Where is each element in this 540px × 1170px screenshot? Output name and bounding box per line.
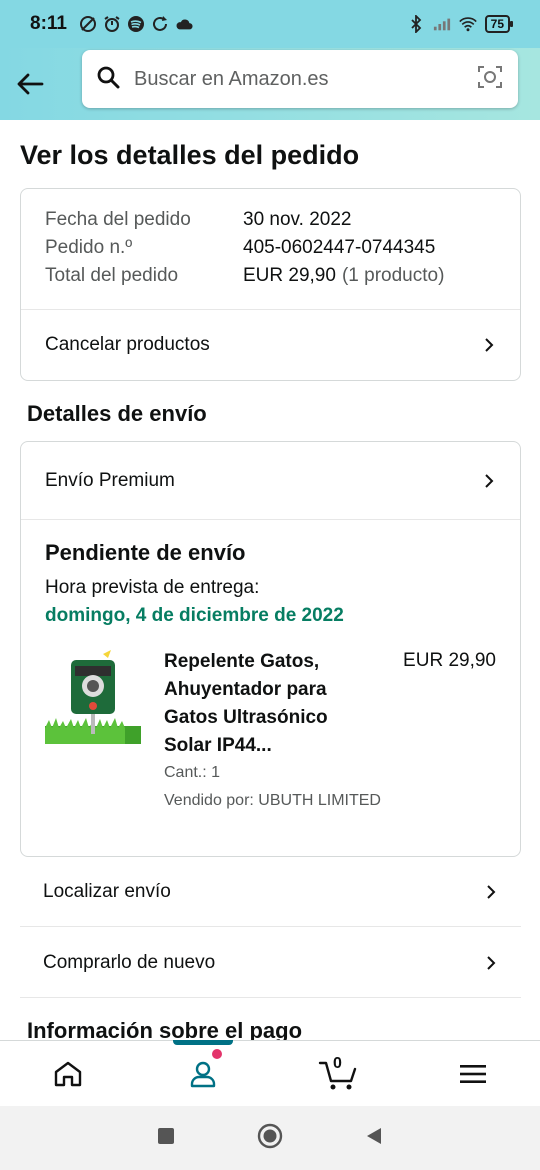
notification-dot bbox=[212, 1049, 222, 1059]
shipping-section-title: Detalles de envío bbox=[27, 401, 207, 426]
triangle-back-icon bbox=[367, 1127, 381, 1144]
order-summary-card: Fecha del pedido 30 nov. 2022 Pedido n.º… bbox=[20, 188, 521, 381]
product-price: EUR 29,90 bbox=[403, 650, 496, 671]
hamburger-menu-icon bbox=[459, 1064, 486, 1083]
app-header: Buscar en Amazon.es bbox=[0, 48, 540, 120]
square-icon bbox=[158, 1127, 174, 1144]
product-image[interactable] bbox=[45, 648, 141, 744]
nav-account[interactable] bbox=[135, 1040, 270, 1106]
user-icon bbox=[190, 1061, 215, 1087]
data-saver-off-icon bbox=[79, 15, 97, 33]
alarm-icon bbox=[103, 15, 121, 33]
circle-icon bbox=[257, 1123, 283, 1148]
chevron-right-icon bbox=[485, 338, 494, 352]
wifi-icon bbox=[458, 15, 477, 33]
cancel-products-label: Cancelar productos bbox=[45, 334, 210, 355]
chevron-right-icon bbox=[485, 473, 494, 488]
sync-icon bbox=[151, 15, 169, 33]
order-number-row: Pedido n.º 405-0602447-0744345 bbox=[45, 237, 435, 259]
product-quantity: Cant.: 1 bbox=[164, 764, 221, 781]
status-bar: 8:11 75 bbox=[0, 0, 540, 48]
delivery-eta-label: Hora prevista de entrega: bbox=[45, 577, 260, 598]
buy-again-label: Comprarlo de nuevo bbox=[43, 951, 216, 973]
order-total-value: EUR 29,90 bbox=[243, 265, 336, 286]
status-icons-left bbox=[79, 15, 193, 33]
back-button[interactable] bbox=[0, 54, 60, 114]
nav-menu[interactable] bbox=[405, 1041, 540, 1106]
payment-section-title: Información sobre el pago bbox=[27, 1018, 303, 1040]
status-icons-right: 75 bbox=[407, 15, 514, 33]
chevron-right-icon bbox=[487, 884, 496, 899]
page-title: Ver los detalles del pedido bbox=[20, 140, 360, 170]
camera-search-icon[interactable] bbox=[476, 63, 504, 96]
product-seller: Vendido por: UBUTH LIMITED bbox=[164, 792, 381, 809]
spotify-icon bbox=[127, 15, 145, 33]
back-system-button[interactable] bbox=[365, 1127, 383, 1150]
order-number-label: Pedido n.º bbox=[45, 237, 133, 258]
status-time: 8:11 bbox=[30, 13, 67, 34]
shipping-method-button[interactable]: Envío Premium bbox=[21, 442, 520, 519]
home-system-button[interactable] bbox=[257, 1123, 283, 1154]
shipment-status: Pendiente de envío bbox=[45, 540, 246, 565]
search-placeholder: Buscar en Amazon.es bbox=[134, 67, 329, 90]
search-icon bbox=[96, 65, 120, 94]
bottom-nav: 0 bbox=[0, 1040, 540, 1106]
signal-icon bbox=[433, 15, 451, 33]
shipping-method-label: Envío Premium bbox=[45, 469, 175, 491]
cart-count: 0 bbox=[333, 1055, 342, 1072]
battery-indicator: 75 bbox=[484, 15, 514, 33]
nav-cart[interactable]: 0 bbox=[270, 1041, 405, 1106]
order-total-count: (1 producto) bbox=[341, 265, 445, 286]
order-total-label: Total del pedido bbox=[45, 265, 179, 286]
shipping-card: Envío Premium Pendiente de envío Hora pr… bbox=[20, 441, 521, 857]
home-icon bbox=[54, 1061, 81, 1086]
track-shipment-button[interactable]: Localizar envío bbox=[20, 857, 521, 927]
order-total-row: Total del pedido EUR 29,90 (1 producto) bbox=[45, 265, 444, 287]
cancel-products-button[interactable]: Cancelar productos bbox=[21, 310, 520, 380]
main-content: Ver los detalles del pedido Fecha del pe… bbox=[0, 120, 540, 1040]
buy-again-button[interactable]: Comprarlo de nuevo bbox=[20, 928, 521, 998]
search-input[interactable]: Buscar en Amazon.es bbox=[82, 50, 518, 108]
bluetooth-icon bbox=[407, 15, 425, 33]
order-date-label: Fecha del pedido bbox=[45, 209, 191, 230]
system-nav-bar bbox=[0, 1106, 540, 1170]
chevron-right-icon bbox=[487, 955, 496, 970]
nav-home[interactable] bbox=[0, 1041, 135, 1106]
recents-button[interactable] bbox=[157, 1127, 175, 1150]
order-date-row: Fecha del pedido 30 nov. 2022 bbox=[45, 209, 351, 231]
track-shipment-label: Localizar envío bbox=[43, 880, 171, 902]
order-date-value: 30 nov. 2022 bbox=[243, 209, 352, 230]
cloud-icon bbox=[175, 15, 193, 33]
nav-active-indicator bbox=[172, 1040, 233, 1045]
delivery-eta-date: domingo, 4 de diciembre de 2022 bbox=[45, 605, 344, 626]
order-number-value: 405-0602447-0744345 bbox=[243, 237, 436, 258]
divider bbox=[21, 519, 520, 520]
back-arrow-icon bbox=[17, 73, 44, 95]
product-title[interactable]: Repelente Gatos, Ahuyentador para Gatos … bbox=[164, 648, 364, 760]
